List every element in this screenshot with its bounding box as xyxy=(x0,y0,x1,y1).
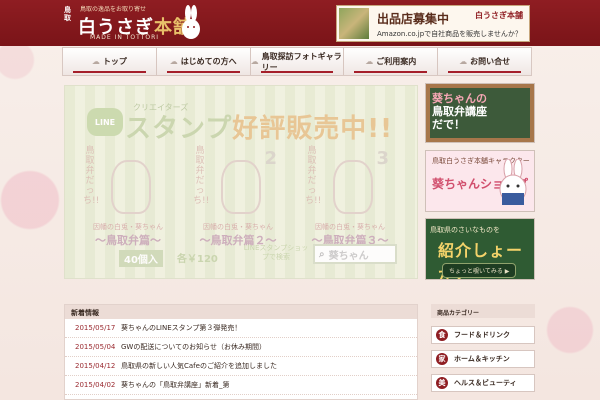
nav-item-contact[interactable]: ☁ お問い合せ xyxy=(438,48,531,75)
dialect-lesson-text: 葵ちゃんの 鳥取弁講座 だで！ xyxy=(432,92,487,131)
news-date: 2015/05/17 xyxy=(75,324,116,332)
category-health-beauty[interactable]: 美 ヘルス＆ビューティ xyxy=(431,374,535,392)
cloud-icon: ☁ xyxy=(250,57,259,66)
news-title[interactable]: 鳥取県の新しい人気Cafeのご紹介を追加しました xyxy=(121,361,277,371)
ad-brand: 白うさぎ本舗 xyxy=(475,11,523,20)
stamp-count: 40個入 xyxy=(119,250,163,267)
line-stamp-banner[interactable]: LINE クリエイターズ スタンプ好評販売中!! 鳥取弁だっち!! 因幡の白兎・… xyxy=(64,85,418,279)
category-label: ヘルス＆ビューティ xyxy=(454,379,517,387)
news-row[interactable]: 2015/04/12 鳥取県の新しい人気Cafeのご紹介を追加しました xyxy=(65,357,417,376)
stamp-name: 因幡の白兎・葵ちゃん xyxy=(93,223,163,231)
nav-item-gallery[interactable]: ☁ 鳥取探訪フォトギャラリー xyxy=(251,48,345,75)
nav-item-guide[interactable]: ☁ ご利用案内 xyxy=(344,48,439,75)
logo-vertical-text: 鳥取 xyxy=(64,6,71,22)
search-hint: LINEスタンプショップで検索 xyxy=(243,244,309,261)
home-category-icon: 家 xyxy=(436,353,448,365)
category-food-drink[interactable]: 食 フード＆ドリンク xyxy=(431,326,535,344)
rabbit-icon xyxy=(182,5,200,39)
nav-item-first-time[interactable]: ☁ はじめての方へ xyxy=(157,48,251,75)
aoi-shop-banner[interactable]: 鳥取白うさぎ本舗キャラクター 葵ちゃんショップ xyxy=(425,150,535,212)
cloud-icon: ☁ xyxy=(365,57,374,66)
stamp-2: 鳥取弁だっち!! 2 因幡の白兎・葵ちゃん 〜鳥取弁篇２〜 xyxy=(193,146,283,256)
news-heading: 新着情報 xyxy=(65,305,417,319)
stamp-3: 鳥取弁だっち!! 3 因幡の白兎・葵ちゃん 〜鳥取弁篇３〜 xyxy=(305,146,395,256)
rabbit-character-icon xyxy=(333,160,373,214)
lesson-line-2: 鳥取弁講座 xyxy=(432,105,487,118)
news-row[interactable]: 2015/05/04 GWの配送についてのお知らせ（お休み期間） xyxy=(65,338,417,357)
stamp-vertical-label: 鳥取弁だっち!! xyxy=(83,146,100,206)
stamp-name: 因幡の白兎・葵ちゃん xyxy=(203,223,273,231)
seller-recruit-ad[interactable]: 出品店募集中 白うさぎ本舗 Amazon.co.jpで自社商品を販売しませんか？ xyxy=(336,5,530,42)
cloud-icon: ☁ xyxy=(459,57,468,66)
nav-item-top[interactable]: ☁ トップ xyxy=(63,48,157,75)
news-title[interactable]: 葵ちゃんの「鳥取弁講座」新着_第 xyxy=(121,380,230,390)
lesson-line-1: 葵ちゃんの xyxy=(432,92,487,105)
stamp-number: 2 xyxy=(264,148,277,169)
news-title[interactable]: GWの配送についてのお知らせ（お休み期間） xyxy=(121,342,266,352)
news-row[interactable]: 2015/05/17 葵ちゃんのLINEスタンプ第３弾発売！ xyxy=(65,319,417,338)
news-title[interactable]: 葵ちゃんのLINEスタンプ第３弾発売！ xyxy=(121,323,241,333)
news-list: 新着情報 2015/05/17 葵ちゃんのLINEスタンプ第３弾発売！ 2015… xyxy=(64,304,418,400)
nav-label: はじめての方へ xyxy=(180,57,237,66)
intro-banner-button[interactable]: ちょっと覗いてみる ▶ xyxy=(442,263,517,278)
stamp-vertical-label: 鳥取弁だっち!! xyxy=(193,146,210,206)
stamp-name: 因幡の白兎・葵ちゃん xyxy=(315,223,385,231)
local-intro-banner[interactable]: 鳥取県のさいなものを 紹介しょーか? ちょっと覗いてみる ▶ xyxy=(425,218,535,280)
news-date: 2015/04/12 xyxy=(75,362,116,370)
cloud-icon: ☁ xyxy=(169,57,178,66)
news-date: 2015/04/02 xyxy=(75,381,116,389)
rabbit-mascot-icon xyxy=(499,159,527,205)
lesson-line-3: だで！ xyxy=(432,118,465,131)
line-badge: LINE xyxy=(87,108,123,136)
main-nav: ☁ トップ ☁ はじめての方へ ☁ 鳥取探訪フォトギャラリー ☁ ご利用案内 ☁ お問い合… xyxy=(62,47,532,76)
logo-tagline: 鳥取の逸品をお取り寄せ xyxy=(80,6,147,13)
site-logo[interactable]: 鳥取 鳥取の逸品をお取り寄せ 白うさぎ本舗 MADE IN TOTTORI xyxy=(62,3,202,43)
search-icon: ⌕ xyxy=(319,248,325,260)
category-heading: 商品カテゴリー xyxy=(431,304,535,318)
beauty-category-icon: 美 xyxy=(436,377,448,389)
stamp-vertical-label: 鳥取弁だっち!! xyxy=(305,146,322,206)
news-row[interactable]: 2015/04/02 葵ちゃんの「鳥取弁講座」新着_第 xyxy=(65,376,417,395)
dialect-lesson-banner[interactable]: 葵ちゃんの 鳥取弁講座 だで！ xyxy=(425,83,535,143)
stamp-price: 各￥120 xyxy=(177,254,218,265)
ad-thumbnail xyxy=(339,8,369,39)
intro-banner-caption: 鳥取県のさいなものを xyxy=(430,226,500,234)
category-label: ホーム＆キッチン xyxy=(454,355,510,363)
stamp-search-box: ⌕ 葵ちゃん xyxy=(313,244,397,264)
cloud-icon: ☁ xyxy=(91,57,100,66)
site-header: 鳥取 鳥取の逸品をお取り寄せ 白うさぎ本舗 MADE IN TOTTORI 出品… xyxy=(0,0,600,46)
nav-label: お問い合せ xyxy=(470,57,511,66)
nav-label: トップ xyxy=(102,57,127,66)
rabbit-character-icon xyxy=(221,160,261,214)
stamp-1: 鳥取弁だっち!! 因幡の白兎・葵ちゃん 〜鳥取弁篇〜 xyxy=(83,146,173,256)
search-value: 葵ちゃん xyxy=(328,250,369,262)
nav-label: 鳥取探訪フォトギャラリー xyxy=(261,51,342,72)
ad-title: 出品店募集中 xyxy=(377,12,450,26)
category-label: フード＆ドリンク xyxy=(454,331,510,339)
stamp-title: 〜鳥取弁篇〜 xyxy=(95,234,161,247)
nav-label: ご利用案内 xyxy=(376,57,417,66)
ad-subtitle: Amazon.co.jpで自社商品を販売しませんか？ xyxy=(377,30,522,38)
category-home-kitchen[interactable]: 家 ホーム＆キッチン xyxy=(431,350,535,368)
headline-part-a: スタンプ xyxy=(125,114,233,144)
rabbit-character-icon xyxy=(111,160,151,214)
news-date: 2015/05/04 xyxy=(75,343,116,351)
banner-headline: スタンプ好評販売中!! xyxy=(125,108,393,145)
headline-part-b: 好評販売中!! xyxy=(232,114,393,144)
food-category-icon: 食 xyxy=(436,329,448,341)
logo-subtitle: MADE IN TOTTORI xyxy=(90,34,160,41)
category-menu: 商品カテゴリー 食 フード＆ドリンク 家 ホーム＆キッチン 美 ヘルス＆ビューテ… xyxy=(431,304,535,398)
stamp-number: 3 xyxy=(376,148,389,169)
